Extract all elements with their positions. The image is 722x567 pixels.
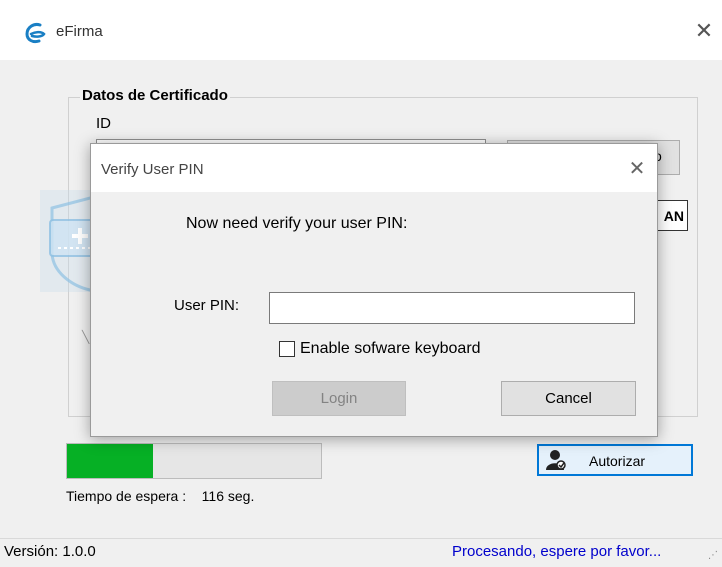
pin-label: User PIN: [174,297,240,314]
pin-input[interactable] [269,292,635,324]
wait-time-label: Tiempo de espera : 116 seg. [66,488,255,504]
cancel-button[interactable]: Cancel [501,381,636,416]
window-title: eFirma [56,23,103,40]
efirma-logo-icon [25,23,46,44]
status-text: Procesando, espere por favor... [452,543,662,560]
title-bar: eFirma ✕ [0,0,722,60]
dialog-title: Verify User PIN [101,161,204,178]
user-authorize-icon [546,450,566,470]
id-label: ID [96,115,111,132]
version-label: Versión: 1.0.0 [4,543,96,560]
statusbar-divider [0,538,722,539]
authorize-button-label: Autorizar [589,453,646,469]
resize-grip-icon[interactable]: ⋰ [708,550,718,561]
software-keyboard-label[interactable]: Enable sofware keyboard [300,340,481,358]
wait-progress-bar [66,443,322,479]
progress-fill [67,444,154,478]
verify-pin-dialog: Verify User PIN ✕ Now need verify your u… [90,143,658,437]
software-keyboard-checkbox[interactable] [279,341,295,357]
groupbox-title: Datos de Certificado [80,87,230,104]
dialog-message: Now need verify your user PIN: [186,215,408,232]
login-button[interactable]: Login [272,381,406,416]
dialog-close-icon[interactable]: ✕ [623,154,651,182]
dialog-title-bar: Verify User PIN ✕ [91,144,657,192]
close-icon[interactable]: ✕ [690,18,718,46]
authorize-button[interactable]: Autorizar [537,444,693,476]
